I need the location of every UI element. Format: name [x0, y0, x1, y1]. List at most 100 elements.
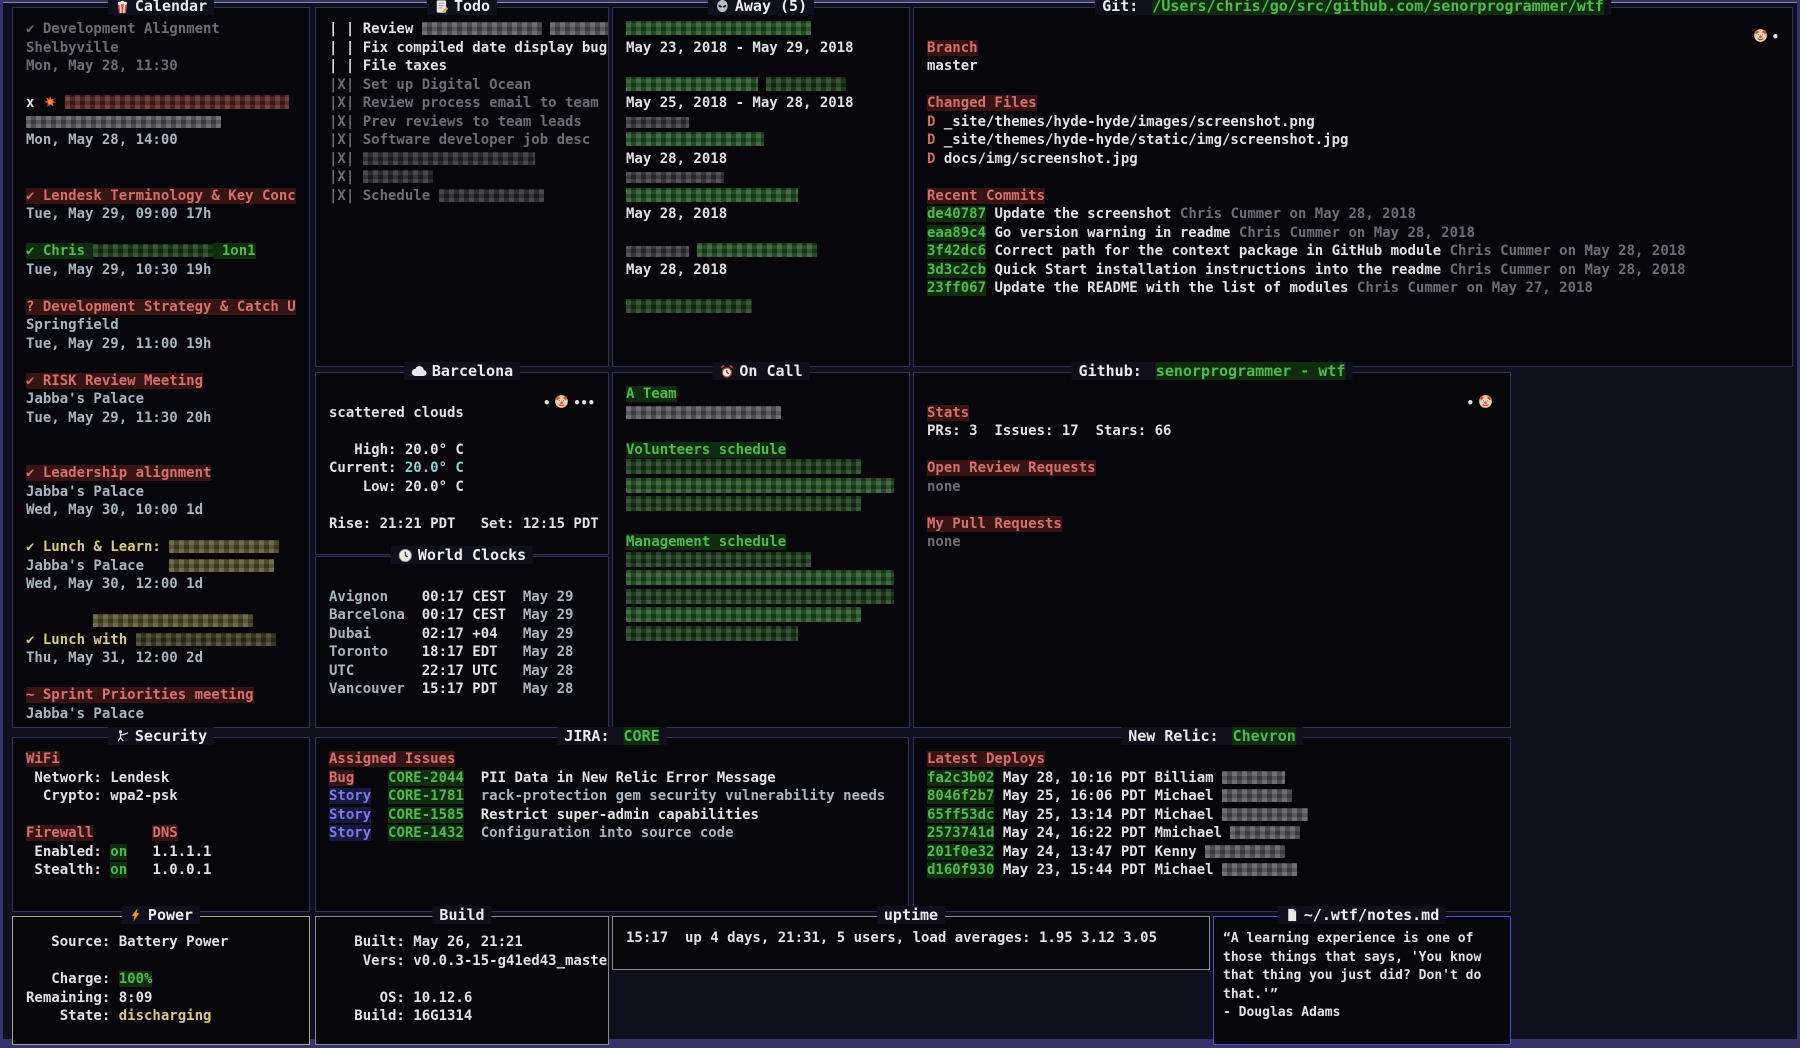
uptime-panel-title: uptime	[877, 906, 945, 924]
terminal-line: Current: 20.0° C	[329, 459, 595, 478]
power-panel[interactable]: Power Source: Battery Power Charge: 100%…	[12, 916, 310, 1045]
calendar-content: ✔ Development AlignmentShelbyvilleMon, M…	[13, 8, 309, 727]
text-segment: CORE-1781	[388, 788, 464, 804]
redacted-text	[550, 22, 608, 35]
new-relic-content: Latest Deploysfa2c3b02 May 28, 10:16 PDT…	[914, 738, 1510, 911]
clown-icon	[1478, 394, 1493, 412]
text-segment: Prev reviews to team leads	[363, 114, 582, 130]
text-segment: |X|	[329, 169, 363, 185]
terminal-line: Latest Deploys	[927, 750, 1497, 769]
terminal-line	[26, 612, 296, 631]
terminal-line: | | Review	[329, 20, 595, 39]
terminal-line: Tue, May 29, 11:30 20h	[26, 409, 296, 428]
text-segment: Story	[329, 807, 371, 823]
terminal-line: Recent Commits	[927, 187, 1779, 206]
text-segment: Wed, May 30, 12:00 1d	[26, 576, 203, 592]
text-segment: scattered clouds	[329, 405, 464, 421]
world-clocks-content: Avignon 00:17 CEST May 29Barcelona 00:17…	[316, 557, 608, 727]
terminal-line: Charge: 100%	[26, 970, 296, 989]
terminal-line: |X|	[329, 168, 595, 187]
text-segment: May 25, 16:06 PDT Michael	[994, 788, 1222, 804]
text-segment: ✔ Chris	[26, 243, 93, 259]
build-panel[interactable]: Build Built: May 26, 21:21 Vers: v0.0.3-…	[315, 916, 609, 1045]
terminal-line: Stealth: on 1.0.0.1	[26, 861, 296, 880]
panel-title-text: Github:	[1079, 362, 1151, 380]
weather-panel[interactable]: Barcelona • ••• scattered clouds High: 2…	[315, 372, 609, 555]
security-content: WiFi Network: Lendesk Crypto: wpa2-psk F…	[13, 738, 309, 911]
terminal-line: Wed, May 30, 10:00 1d	[26, 501, 296, 520]
terminal-line	[626, 422, 896, 441]
terminal-line: Jabba's Palace	[26, 557, 296, 576]
todo-content: | | Review | | Fix compiled date display…	[316, 8, 608, 366]
new-relic-panel[interactable]: New Relic: Chevron Latest Deploysfa2c3b0…	[913, 737, 1511, 912]
terminal-screen: Calendar ✔ Development AlignmentShelbyvi…	[3, 2, 1797, 1039]
alarm-clock-icon	[719, 364, 734, 379]
jira-panel[interactable]: JIRA: CORE Assigned IssuesBug CORE-2044 …	[315, 737, 909, 912]
text-segment: Schedule	[363, 188, 439, 204]
terminal-line: Volunteers schedule	[626, 441, 896, 460]
text-segment: Barcelona	[329, 607, 422, 623]
terminal-line: 3d3c2cb Quick Start installation instruc…	[927, 261, 1779, 280]
terminal-line: “A learning experience is one of	[1223, 929, 1501, 948]
terminal-line: Dubai 02:17 +04 May 29	[329, 625, 595, 644]
text-segment: Current:	[329, 460, 405, 476]
text-segment: 22:17 UTC	[422, 663, 506, 679]
git-panel[interactable]: Git: /Users/chris/go/src/github.com/seno…	[913, 7, 1793, 367]
text-segment: Firewall	[26, 825, 93, 841]
text-segment: May 23, 15:44 PDT Michael	[994, 862, 1222, 878]
text-segment: 2573741d	[927, 825, 994, 841]
world-clocks-panel[interactable]: World Clocks Avignon 00:17 CEST May 29Ba…	[315, 556, 609, 728]
text-segment: _site/themes/hyde-hyde/images/screenshot…	[944, 114, 1315, 130]
text-segment: May 24, 13:47 PDT Kenny	[994, 844, 1205, 860]
github-panel[interactable]: Github: senorprogrammer - wtf • StatsPRs…	[913, 372, 1511, 728]
text-segment: Chris Cummer on May 28, 2018	[1450, 262, 1686, 278]
text-segment	[371, 788, 388, 804]
terminal-line	[626, 57, 896, 76]
notes-panel[interactable]: ~/.wtf/notes.md “A learning experience i…	[1213, 916, 1511, 1045]
text-segment	[689, 243, 697, 259]
terminal-line: d160f930 May 23, 15:44 PDT Michael	[927, 861, 1497, 880]
terminal-line: Branch	[927, 39, 1779, 58]
terminal-line: Barcelona 00:17 CEST May 29	[329, 606, 595, 625]
text-segment: May 24, 16:22 PDT Mmichael	[994, 825, 1230, 841]
text-segment: State:	[26, 1008, 119, 1024]
text-segment: 20.0° C	[405, 479, 464, 495]
terminal-line: OS: 10.12.6	[329, 989, 595, 1008]
terminal-line: May 28, 2018	[626, 261, 896, 280]
redacted-text	[169, 540, 279, 553]
panel-title-text: Calendar	[135, 0, 207, 15]
terminal-line	[626, 552, 896, 571]
text-segment: ~ Sprint Priorities meeting	[26, 687, 254, 703]
uptime-panel[interactable]: uptime 15:17 up 4 days, 21:31, 5 users, …	[612, 916, 1210, 970]
terminal-line: Enabled: on 1.1.1.1	[26, 843, 296, 862]
text-segment: 18:17 EDT	[422, 644, 506, 660]
text-segment: 3f42dc6	[927, 243, 986, 259]
text-segment: May 28, 2018	[626, 151, 727, 167]
redacted-text	[626, 246, 689, 257]
panel-title-text: ~/.wtf/notes.md	[1304, 906, 1439, 924]
terminal-line	[26, 150, 296, 169]
calendar-panel[interactable]: Calendar ✔ Development AlignmentShelbyvi…	[12, 7, 310, 728]
redacted-text	[1222, 808, 1308, 821]
text-segment: Recent Commits	[927, 188, 1045, 204]
away-panel[interactable]: Away (5) May 23, 2018 - May 29, 2018 May…	[612, 7, 910, 367]
on-call-panel-title: On Call	[712, 362, 809, 380]
terminal-line: Assigned Issues	[329, 750, 895, 769]
terminal-line: May 28, 2018	[626, 150, 896, 169]
text-segment: Jabba's Palace	[26, 484, 144, 500]
text-segment: discharging	[119, 1008, 212, 1024]
redacted-text	[93, 614, 253, 627]
terminal-line: Tue, May 29, 09:00 17h	[26, 205, 296, 224]
on-call-panel[interactable]: On Call A Team Volunteers schedule Manag…	[612, 372, 910, 728]
text-segment: Chris Cummer on May 28, 2018	[1450, 243, 1686, 259]
github-repo-name: senorprogrammer - wtf	[1156, 362, 1346, 380]
redacted-text	[1205, 845, 1285, 858]
terminal-line: 3f42dc6 Correct path for the context pac…	[927, 242, 1779, 261]
text-segment: ✔ Lendesk Terminology & Key Conc	[26, 188, 296, 204]
security-panel[interactable]: Security WiFi Network: Lendesk Crypto: w…	[12, 737, 310, 912]
text-segment: Avignon	[329, 589, 422, 605]
text-segment: none	[927, 534, 961, 550]
todo-panel[interactable]: Todo | | Review | | Fix compiled date di…	[315, 7, 609, 367]
text-segment: Mon, May 28, 11:30	[26, 58, 178, 74]
terminal-line: Remaining: 8:09	[26, 989, 296, 1008]
